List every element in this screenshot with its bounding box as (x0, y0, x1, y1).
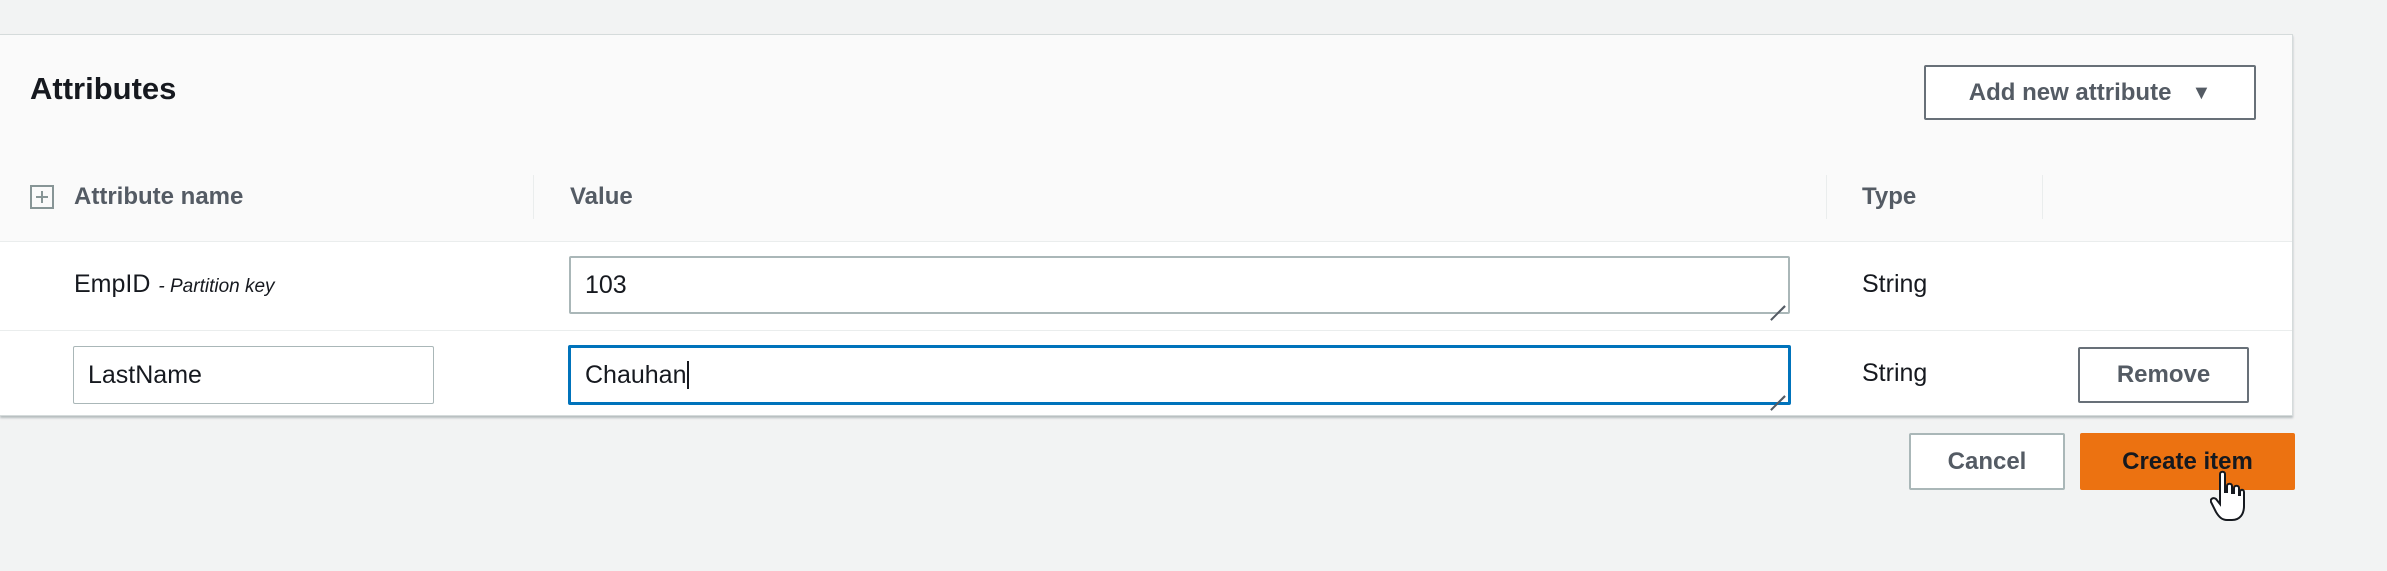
table-row: LastName Chauhan String Remove (0, 331, 2292, 419)
column-header-attribute-name: Attribute name (74, 183, 244, 210)
column-divider (1826, 175, 1827, 219)
cancel-button[interactable]: Cancel (1909, 433, 2065, 490)
add-new-attribute-label: Add new attribute (1968, 78, 2172, 106)
partition-key-hint: - Partition key (158, 276, 275, 297)
attribute-name: EmpID (74, 270, 151, 298)
column-divider (2042, 175, 2043, 219)
column-header-value: Value (570, 183, 633, 210)
attributes-panel: Attributes Add new attribute ▼ Attribute… (0, 34, 2293, 416)
panel-title: Attributes (30, 71, 177, 106)
remove-button[interactable]: Remove (2078, 347, 2249, 403)
attribute-name-cell: EmpID - Partition key (74, 270, 275, 299)
value-textarea[interactable]: Chauhan (568, 345, 1791, 405)
type-cell: String (1862, 270, 1928, 298)
attribute-name-input[interactable]: LastName (73, 346, 434, 404)
attribute-name-input-value: LastName (88, 360, 202, 389)
value-text: 103 (585, 270, 627, 299)
table-header: Attribute name Value Type (0, 153, 2292, 242)
value-text: Chauhan (585, 360, 687, 389)
text-cursor (687, 361, 690, 389)
type-cell: String (1862, 359, 1928, 387)
resize-handle-icon[interactable] (1769, 293, 1785, 309)
column-divider (533, 175, 534, 219)
column-header-type: Type (1862, 183, 1917, 210)
add-new-attribute-button[interactable]: Add new attribute ▼ (1924, 65, 2256, 120)
table-row: EmpID - Partition key 103 String (0, 242, 2292, 331)
panel-header: Attributes Add new attribute ▼ (0, 35, 2292, 154)
resize-handle-icon[interactable] (1769, 383, 1785, 399)
expand-all-icon[interactable] (30, 185, 54, 209)
hand-pointer-icon (2210, 470, 2245, 521)
create-item-button[interactable]: Create item (2080, 433, 2295, 490)
value-textarea[interactable]: 103 (569, 256, 1790, 314)
caret-down-icon: ▼ (2191, 81, 2212, 104)
